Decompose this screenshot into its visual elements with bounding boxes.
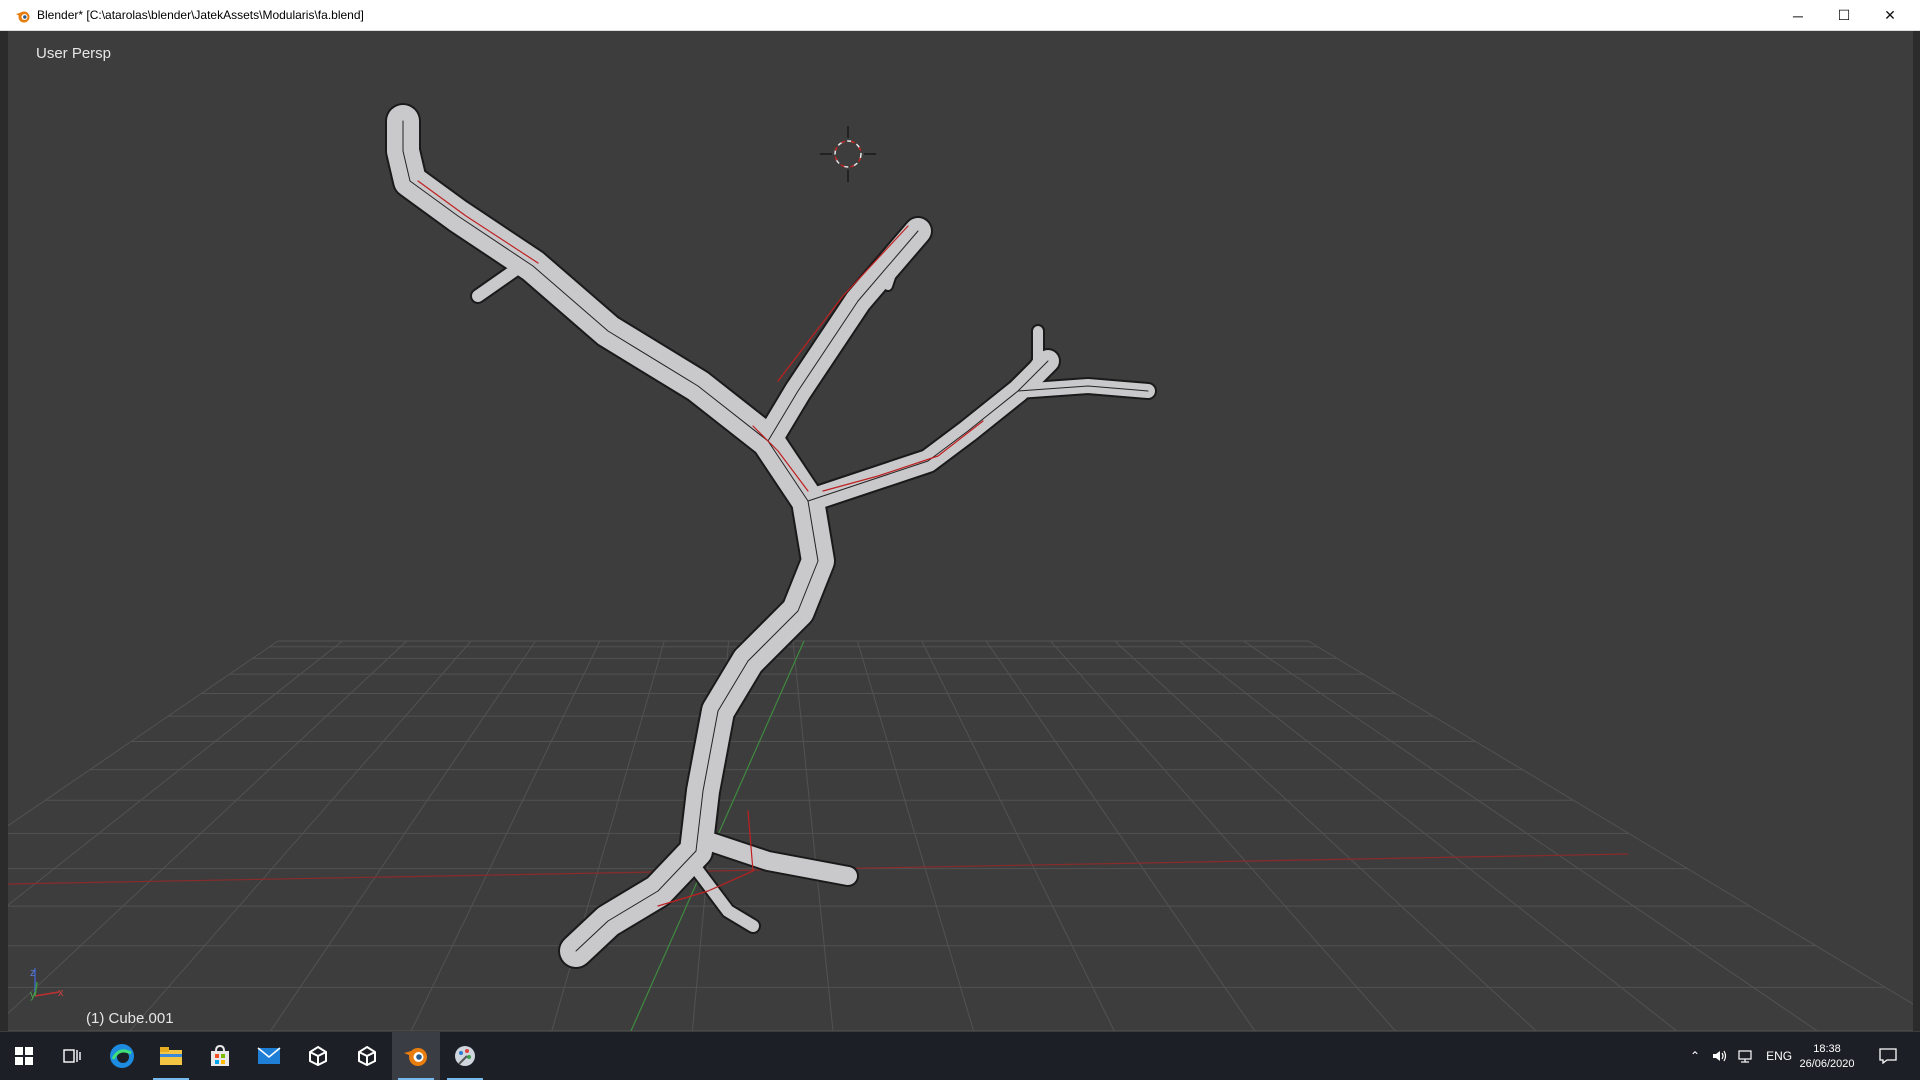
taskbar-store[interactable] (196, 1032, 244, 1080)
start-button[interactable] (0, 1032, 48, 1080)
taskbar-file-explorer[interactable] (147, 1032, 195, 1080)
unity-icon-2 (358, 1045, 376, 1067)
blender-window: Blender* [C:\atarolas\blender\JatekAsset… (0, 0, 1920, 1032)
left-toolbar-edge (0, 31, 8, 1031)
grid-line (856, 640, 975, 1031)
clock-time: 18:38 (1813, 1043, 1841, 1055)
tree-mesh[interactable] (385, 103, 1157, 969)
view-mode-label: User Persp (36, 45, 112, 62)
floor-grid (8, 640, 1913, 1031)
axis-gizmo (34, 968, 60, 997)
grid-line (270, 640, 536, 1031)
task-view-button[interactable] (48, 1032, 96, 1080)
grid-line (1050, 640, 1396, 1031)
grid-line (1307, 640, 1913, 1005)
minimize-icon: ─ (1793, 7, 1803, 24)
grid-line (129, 640, 472, 1031)
blender-icon (404, 1048, 427, 1066)
viewport-canvas[interactable] (8, 31, 1913, 1031)
grid-line (8, 640, 343, 906)
grid-line (410, 640, 601, 1031)
unity-icon (309, 1045, 327, 1067)
3d-cursor-icon (820, 126, 876, 182)
taskbar-blender[interactable] (392, 1032, 440, 1080)
clock[interactable]: 18:38 26/06/2020 (1792, 1042, 1862, 1072)
grid-line (1114, 640, 1537, 1031)
blender-logo-icon (16, 11, 30, 23)
grid-line (8, 640, 408, 1015)
grid-line (792, 640, 834, 1031)
taskbar-unity[interactable] (294, 1032, 342, 1080)
window-title: Blender* [C:\atarolas\blender\JatekAsset… (37, 8, 364, 22)
store-icon (211, 1045, 229, 1066)
maximize-icon: ☐ (1837, 7, 1851, 23)
windows-taskbar: ⌃ ENG 18:38 26/06/2020 (0, 1032, 1920, 1080)
clock-date: 26/06/2020 (1799, 1058, 1855, 1070)
grid-line (1178, 640, 1678, 1031)
active-object-label: (1) Cube.001 (86, 1010, 174, 1027)
taskbar-paint[interactable] (441, 1032, 489, 1080)
action-center-button[interactable] (1864, 1032, 1912, 1080)
grid-line (1243, 640, 1818, 1031)
taskbar-edge[interactable] (98, 1032, 146, 1080)
close-icon: ✕ (1884, 7, 1896, 23)
file-explorer-icon (160, 1047, 182, 1065)
system-tray: ⌃ ENG (1690, 1032, 1792, 1080)
title-bar[interactable]: Blender* [C:\atarolas\blender\JatekAsset… (0, 0, 1920, 31)
taskbar-mail[interactable] (245, 1032, 293, 1080)
maximize-button[interactable]: ☐ (1821, 0, 1867, 31)
mail-icon (257, 1047, 281, 1064)
close-button[interactable]: ✕ (1867, 0, 1913, 31)
show-hidden-icons-icon[interactable]: ⌃ (1690, 1049, 1700, 1063)
grid-line (8, 640, 279, 827)
volume-icon[interactable] (1712, 1049, 1728, 1063)
task-view-icon (63, 1049, 81, 1063)
notification-icon (1879, 1048, 1897, 1064)
right-panel-edge (1913, 31, 1920, 1031)
grid-line (551, 640, 665, 1031)
edge-icon (110, 1044, 134, 1068)
grid-line (921, 640, 1115, 1031)
minimize-button[interactable]: ─ (1775, 0, 1821, 31)
windows-start-icon (15, 1047, 33, 1065)
grid-line (985, 640, 1256, 1031)
axis-x-label: x (58, 987, 64, 999)
network-icon[interactable] (1738, 1049, 1754, 1063)
paint-icon (455, 1046, 475, 1066)
axis-y-label: y (30, 989, 36, 1001)
axis-z-label: z (30, 967, 36, 979)
3d-viewport[interactable]: User Persp (1) Cube.001 z y x (8, 31, 1913, 1031)
language-indicator[interactable]: ENG (1766, 1049, 1792, 1063)
taskbar-unity-2[interactable] (343, 1032, 391, 1080)
